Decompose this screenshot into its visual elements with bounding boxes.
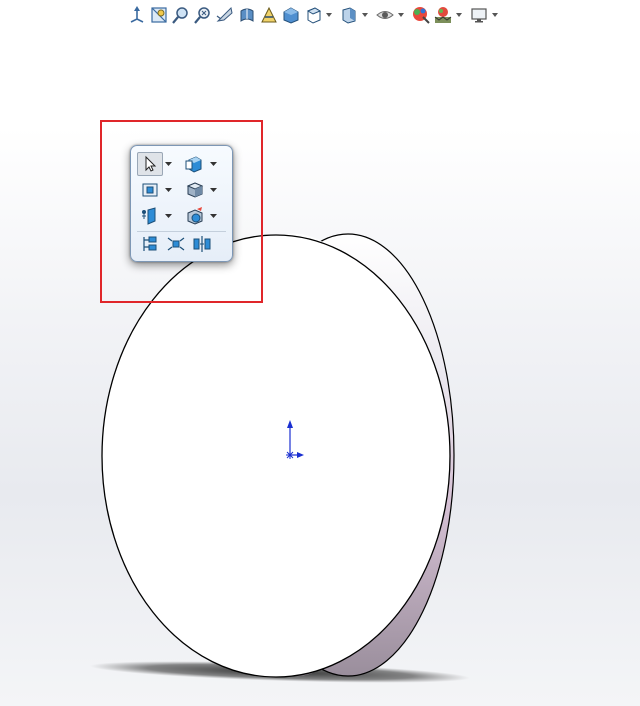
apply-scene-icon[interactable]: [432, 4, 454, 26]
context-toolbar-row-3: [137, 204, 219, 228]
appearance-cube-icon[interactable]: [182, 204, 208, 228]
context-toolbar-row-4: [137, 232, 215, 256]
normal-to-icon[interactable]: [137, 178, 163, 202]
chevron-down-icon[interactable]: [360, 4, 370, 26]
chevron-down-icon[interactable]: [490, 4, 500, 26]
visibility-eye-icon[interactable]: [374, 4, 396, 26]
chevron-down-icon[interactable]: [454, 4, 464, 26]
graphics-area[interactable]: [0, 0, 640, 706]
context-toolbar-row-1: [137, 152, 219, 176]
display-style-cube-icon[interactable]: [182, 178, 208, 202]
chevron-down-icon[interactable]: [396, 4, 406, 26]
select-arrow-icon[interactable]: [137, 152, 163, 176]
view-settings-monitor-icon[interactable]: [468, 4, 490, 26]
disc-model[interactable]: [0, 0, 640, 706]
feature-tree-expand-icon[interactable]: [137, 232, 163, 256]
hide-show-plane-icon[interactable]: [137, 204, 163, 228]
heads-up-view-toolbar: [126, 2, 500, 28]
zoom-in-out-icon[interactable]: [170, 4, 192, 26]
chevron-down-icon[interactable]: [208, 204, 219, 228]
chevron-down-icon[interactable]: [208, 152, 219, 176]
rotate-view-icon[interactable]: [214, 4, 236, 26]
configuration-explode-icon[interactable]: [163, 232, 189, 256]
standard-view-cube-icon[interactable]: [280, 4, 302, 26]
hide-show-items-icon[interactable]: [338, 4, 360, 26]
edit-appearance-icon[interactable]: [410, 4, 432, 26]
chevron-down-icon[interactable]: [324, 4, 334, 26]
chevron-down-icon[interactable]: [163, 152, 174, 176]
mirror-mate-icon[interactable]: [189, 232, 215, 256]
view-orientation-icon[interactable]: [126, 4, 148, 26]
chevron-down-icon[interactable]: [208, 178, 219, 202]
chevron-down-icon[interactable]: [163, 204, 174, 228]
zoom-to-area-icon[interactable]: [148, 4, 170, 26]
chevron-down-icon[interactable]: [163, 178, 174, 202]
zoom-to-fit-icon[interactable]: [192, 4, 214, 26]
disc-front-face: [101, 234, 451, 678]
dynamic-annotation-icon[interactable]: [258, 4, 280, 26]
display-style-icon[interactable]: [302, 4, 324, 26]
context-toolbar-row-2: [137, 178, 219, 202]
view-orientation-cube-icon[interactable]: [182, 152, 208, 176]
section-view-icon[interactable]: [236, 4, 258, 26]
context-toolbar: [130, 145, 233, 262]
